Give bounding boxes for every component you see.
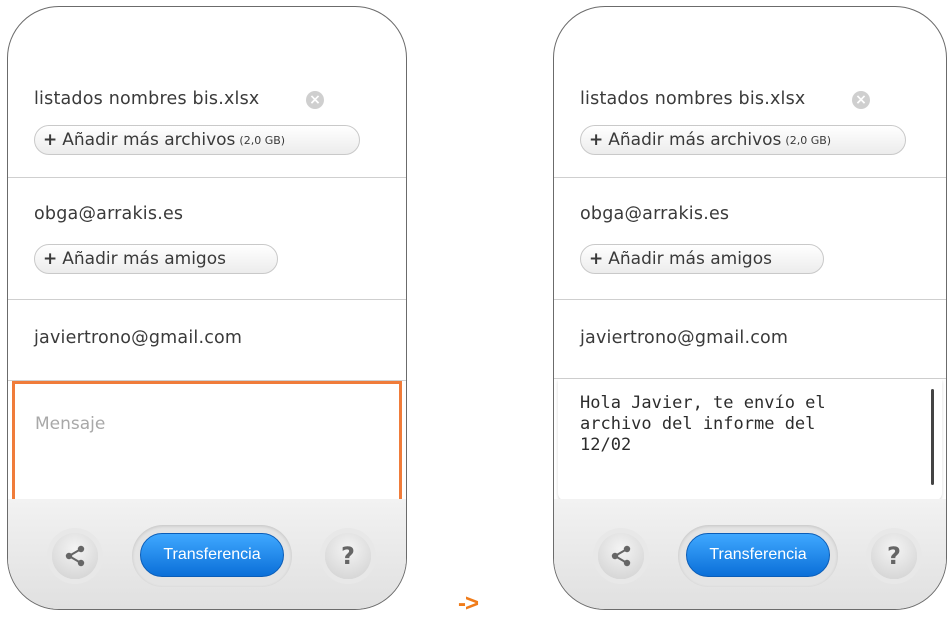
add-files-label: Añadir más archivos — [608, 130, 782, 150]
share-icon — [611, 545, 631, 567]
files-section: listados nombres bis.xlsx × + Añadir más… — [554, 7, 946, 178]
add-files-button[interactable]: + Añadir más archivos (2,0 GB) — [34, 125, 360, 155]
add-friends-button[interactable]: + Añadir más amigos — [34, 244, 278, 274]
add-files-button[interactable]: + Añadir más archivos (2,0 GB) — [580, 125, 906, 155]
remove-file-icon[interactable]: × — [852, 91, 870, 109]
transfer-button[interactable]: Transferencia — [686, 533, 830, 577]
plus-icon: + — [589, 130, 604, 150]
message-field[interactable]: Mensaje — [12, 381, 402, 505]
bottom-toolbar: Transferencia ? — [554, 499, 946, 609]
plus-icon: + — [43, 130, 58, 150]
file-name: listados nombres bis.xlsx — [580, 89, 806, 109]
message-text: Hola Javier, te envío el archivo del inf… — [580, 393, 826, 455]
message-scrollbar[interactable] — [931, 389, 934, 485]
message-field[interactable]: Hola Javier, te envío el archivo del inf… — [558, 379, 942, 501]
friend-email[interactable]: obga@arrakis.es — [34, 204, 183, 224]
plus-icon: + — [589, 249, 604, 269]
friends-section: obga@arrakis.es + Añadir más amigos — [554, 178, 946, 300]
help-button[interactable]: ? — [325, 533, 371, 579]
phone-screen-before: listados nombres bis.xlsx × + Añadir más… — [7, 6, 407, 610]
sender-email[interactable]: javiertrono@gmail.com — [34, 328, 242, 348]
add-friends-button[interactable]: + Añadir más amigos — [580, 244, 824, 274]
files-section: listados nombres bis.xlsx × + Añadir más… — [8, 7, 406, 178]
transition-arrow: -> — [458, 590, 479, 617]
file-name: listados nombres bis.xlsx — [34, 89, 260, 109]
share-button[interactable] — [598, 533, 644, 579]
help-icon: ? — [887, 542, 901, 570]
add-friends-label: Añadir más amigos — [608, 249, 772, 269]
share-icon — [65, 545, 85, 567]
add-friends-label: Añadir más amigos — [62, 249, 226, 269]
bottom-toolbar: Transferencia ? — [8, 499, 406, 609]
transfer-button-frame: Transferencia — [132, 525, 292, 587]
sender-section: javiertrono@gmail.com — [8, 300, 406, 381]
plus-icon: + — [43, 249, 58, 269]
add-files-label: Añadir más archivos — [62, 130, 236, 150]
sender-email[interactable]: javiertrono@gmail.com — [580, 328, 788, 348]
add-files-size: (2,0 GB) — [239, 133, 286, 147]
add-files-size: (2,0 GB) — [785, 133, 832, 147]
friends-section: obga@arrakis.es + Añadir más amigos — [8, 178, 406, 300]
friend-email[interactable]: obga@arrakis.es — [580, 204, 729, 224]
transfer-button-frame: Transferencia — [678, 525, 838, 587]
sender-section: javiertrono@gmail.com — [554, 300, 946, 379]
help-button[interactable]: ? — [871, 533, 917, 579]
phone-screen-after: listados nombres bis.xlsx × + Añadir más… — [553, 6, 947, 610]
remove-file-icon[interactable]: × — [306, 91, 324, 109]
help-icon: ? — [341, 542, 355, 570]
message-placeholder: Mensaje — [35, 414, 106, 434]
share-button[interactable] — [52, 533, 98, 579]
transfer-button[interactable]: Transferencia — [140, 533, 284, 577]
